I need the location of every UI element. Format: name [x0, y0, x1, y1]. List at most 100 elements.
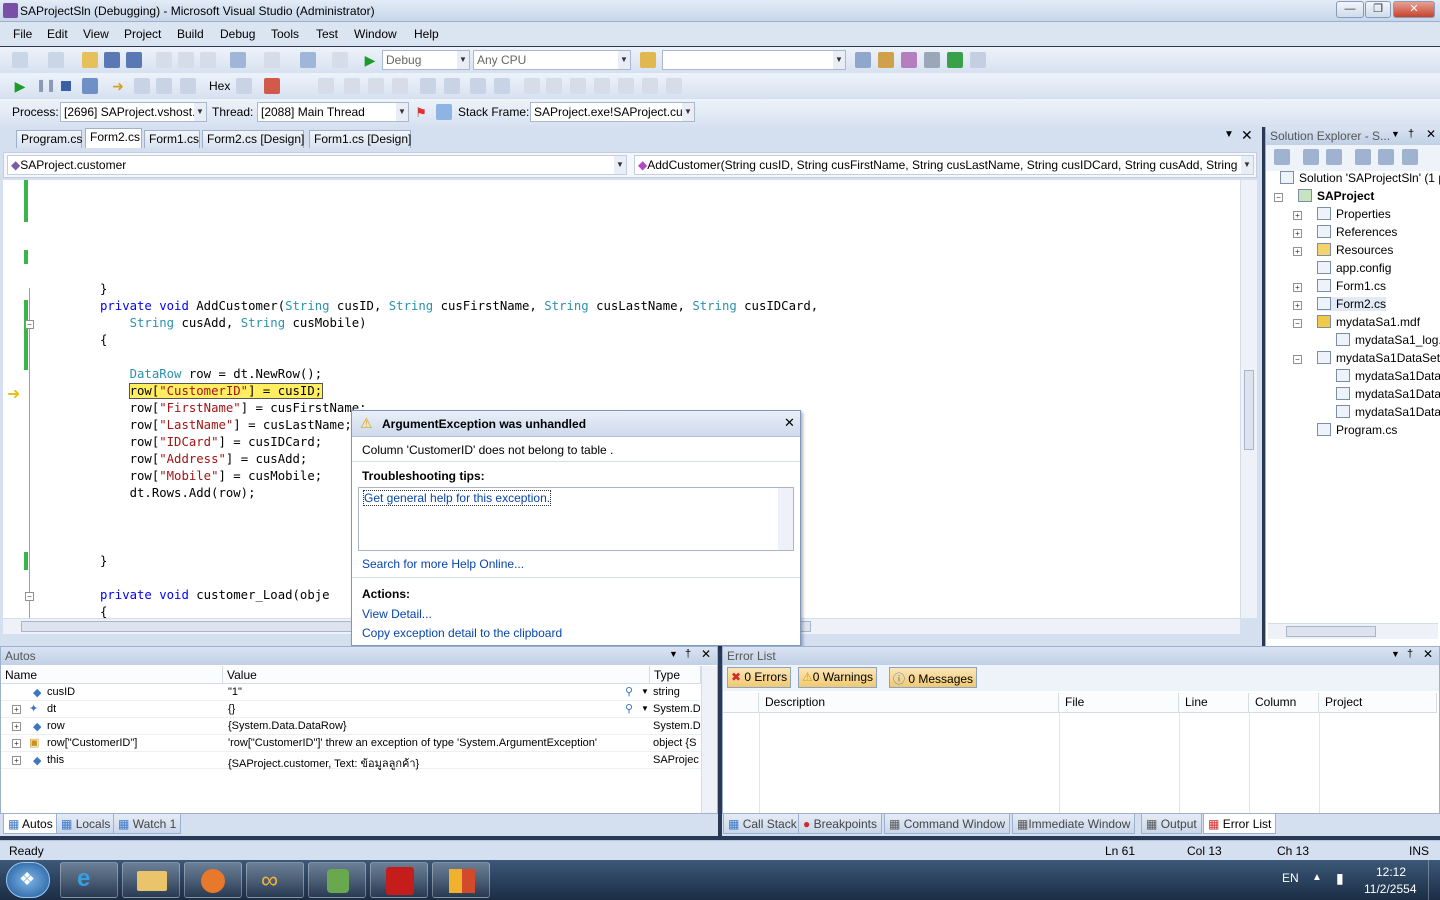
expand-icon[interactable]: + — [1293, 283, 1302, 292]
tree-project[interactable]: SAProject — [1298, 189, 1374, 203]
bookmark-list-icon[interactable] — [642, 78, 658, 94]
collapse-region-icon[interactable]: − — [25, 592, 34, 601]
show-desktop-button[interactable] — [1428, 860, 1440, 900]
navigate-back-icon[interactable] — [300, 52, 316, 68]
filter-icon[interactable] — [436, 104, 452, 120]
break-all-icon[interactable]: ❚❚ — [36, 78, 56, 94]
warnings-filter-button[interactable]: ⚠0 Warnings — [798, 667, 878, 688]
tab-watch1[interactable]: ▦ Watch 1 — [113, 814, 182, 834]
column-description[interactable]: Description — [759, 693, 1059, 713]
copy-icon[interactable] — [178, 52, 194, 68]
menu-test[interactable]: Test — [316, 27, 338, 41]
menu-project[interactable]: Project — [124, 27, 161, 41]
tree-app-config[interactable]: app.config — [1317, 261, 1391, 275]
column-line[interactable]: Line — [1179, 693, 1249, 713]
copy-exception-link[interactable]: Copy exception detail to the clipboard — [362, 626, 562, 640]
tab-form1-design[interactable]: Form1.cs [Design] — [309, 130, 411, 148]
tree-dataset-child[interactable]: mydataSa1Data — [1336, 387, 1440, 401]
table-row[interactable]: + ◆ row {System.Data.DataRow} System.D — [1, 718, 701, 735]
collapse-icon[interactable]: − — [1293, 355, 1302, 364]
tab-form1-cs[interactable]: Form1.cs — [144, 130, 200, 148]
column-type[interactable]: Type — [650, 666, 701, 684]
column-file[interactable]: File — [1059, 693, 1179, 713]
close-icon[interactable]: ✕ — [1423, 647, 1433, 661]
visual-studio-taskbar-icon[interactable]: ∞ — [246, 862, 304, 898]
tree-program-cs[interactable]: Program.cs — [1317, 423, 1397, 437]
magnifier-icon[interactable]: ⚲ — [625, 685, 633, 698]
close-tab-icon[interactable]: ✕ — [1241, 127, 1253, 144]
close-icon[interactable]: ✕ — [784, 415, 795, 431]
paste-icon[interactable] — [200, 52, 216, 68]
stack-frame-combo[interactable]: SAProject.exe!SAProject.cus ▼ — [530, 102, 695, 122]
member-combo[interactable]: ◆AddCustomer(String cusID, String cusFir… — [634, 155, 1254, 175]
tab-breakpoints[interactable]: ● Breakpoints — [798, 814, 882, 834]
language-indicator[interactable]: EN — [1282, 871, 1299, 885]
table-row[interactable]: + ▣ row["CustomerID"] 'row["CustomerID"]… — [1, 735, 701, 752]
start-button[interactable]: ❖ — [6, 862, 50, 898]
stop-debugging-icon[interactable] — [58, 78, 74, 94]
scroll-thumb[interactable] — [1244, 370, 1254, 450]
bookmark-icon[interactable] — [524, 78, 540, 94]
collapse-icon[interactable]: − — [1274, 193, 1283, 202]
navigate-forward-icon[interactable] — [332, 52, 348, 68]
menu-tools[interactable]: Tools — [271, 27, 299, 41]
tab-autos[interactable]: ▦ Autos — [3, 814, 58, 834]
acrobat-icon[interactable] — [370, 862, 428, 898]
pin-icon[interactable]: † — [685, 648, 691, 660]
find-bookmark-icon[interactable] — [666, 78, 682, 94]
disassembly-icon[interactable] — [368, 78, 384, 94]
add-item-icon[interactable] — [48, 52, 64, 68]
view-code-icon[interactable] — [1355, 149, 1371, 165]
tree-form1[interactable]: Form1.cs — [1317, 279, 1386, 293]
next-bookmark-icon[interactable] — [570, 78, 586, 94]
file-explorer-icon[interactable] — [122, 862, 180, 898]
expand-icon[interactable]: + — [12, 739, 21, 748]
type-combo[interactable]: ◆SAProject.customer ▼ — [7, 155, 627, 175]
find-combo[interactable]: ▼ — [662, 50, 846, 70]
comment-icon[interactable] — [470, 78, 486, 94]
table-row[interactable]: + ◆ this {SAProject.customer, Text: ข้อม… — [1, 752, 701, 770]
menu-window[interactable]: Window — [354, 27, 397, 41]
restart-icon[interactable] — [82, 78, 98, 94]
tab-form2-cs[interactable]: Form2.cs — [85, 128, 142, 148]
pin-icon[interactable]: † — [1407, 648, 1413, 660]
tree-mdf[interactable]: mydataSa1.mdf — [1317, 315, 1420, 329]
editor-vertical-scrollbar[interactable] — [1240, 180, 1257, 618]
chevron-down-icon[interactable]: ▼ — [641, 687, 649, 696]
column-icon[interactable] — [723, 693, 759, 713]
menu-help[interactable]: Help — [414, 27, 439, 41]
cut-icon[interactable] — [156, 52, 172, 68]
tab-error-list[interactable]: ▦ Error List — [1203, 814, 1277, 834]
object-browser-icon[interactable] — [901, 52, 917, 68]
tab-program-cs[interactable]: Program.cs — [16, 130, 82, 148]
view-designer-icon[interactable] — [1378, 149, 1394, 165]
close-icon[interactable]: ✕ — [701, 647, 711, 661]
table-row[interactable]: ◆ cusID "1" ⚲ ▼ string — [1, 684, 701, 701]
memory-icon[interactable] — [318, 78, 334, 94]
close-icon[interactable]: ✕ — [1426, 127, 1436, 141]
column-name[interactable]: Name — [1, 666, 223, 684]
magnifier-icon[interactable]: ⚲ — [625, 702, 633, 715]
general-help-link[interactable]: Get general help for this exception. — [363, 490, 552, 506]
tab-locals[interactable]: ▦ Locals — [56, 814, 116, 834]
search-online-link[interactable]: Search for more Help Online... — [362, 557, 524, 571]
people-icon[interactable] — [308, 862, 366, 898]
tree-resources[interactable]: Resources — [1317, 243, 1393, 257]
errors-filter-button[interactable]: ✖ 0 Errors — [727, 667, 792, 688]
minimize-button[interactable]: — — [1336, 1, 1364, 18]
column-project[interactable]: Project — [1319, 693, 1437, 713]
hex-toggle[interactable]: Hex — [209, 79, 230, 93]
collapse-icon[interactable]: − — [1293, 319, 1302, 328]
tree-solution[interactable]: Solution 'SAProjectSln' (1 p — [1280, 171, 1440, 185]
start-page-icon[interactable] — [947, 52, 963, 68]
show-threads-icon[interactable] — [236, 78, 252, 94]
flag-thread-icon[interactable]: ⚑ — [413, 105, 429, 121]
clock-time[interactable]: 12:12 — [1376, 865, 1406, 879]
menu-debug[interactable]: Debug — [220, 27, 255, 41]
collapse-region-icon[interactable]: − — [25, 320, 34, 329]
chevron-down-icon[interactable]: ▼ — [641, 704, 649, 713]
options-icon[interactable] — [970, 52, 986, 68]
menu-build[interactable]: Build — [177, 27, 204, 41]
continue-icon[interactable]: ▶ — [12, 78, 28, 94]
panel-dropdown-icon[interactable]: ▼ — [1391, 129, 1400, 139]
